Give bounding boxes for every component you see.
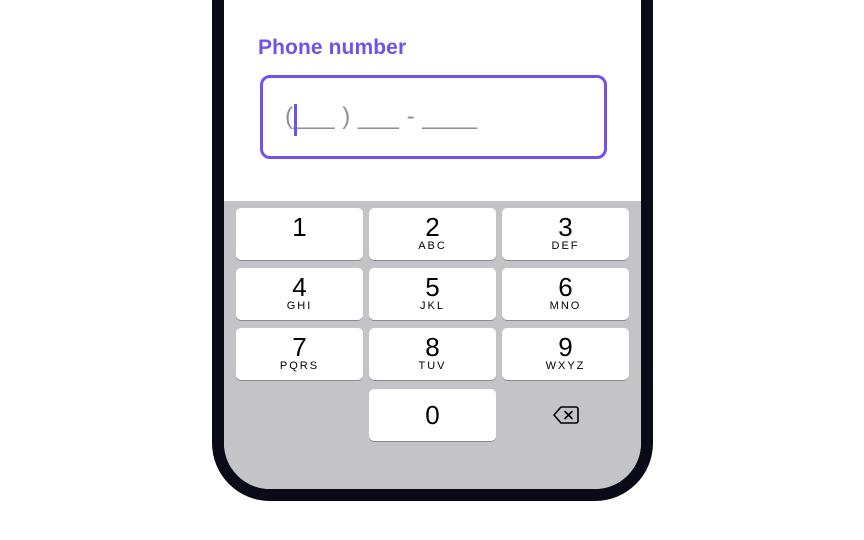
phone-screen: Phone number (___ ) ___ - ____ 1 2 ABC 3…: [224, 0, 641, 489]
phone-number-label: Phone number: [258, 36, 407, 59]
key-digit: 3: [558, 212, 573, 242]
key-digit: 8: [425, 332, 440, 362]
phone-number-input[interactable]: (___ ) ___ - ____: [260, 75, 607, 159]
key-letters: PQRS: [279, 360, 320, 372]
key-3[interactable]: 3 DEF: [502, 208, 629, 260]
key-digit: 7: [292, 332, 307, 362]
key-2[interactable]: 2 ABC: [369, 208, 496, 260]
phone-frame: Phone number (___ ) ___ - ____ 1 2 ABC 3…: [212, 0, 653, 501]
key-8[interactable]: 8 TUV: [369, 328, 496, 380]
key-0[interactable]: 0: [369, 389, 496, 441]
text-cursor: [294, 104, 297, 136]
numeric-keypad: 1 2 ABC 3 DEF 4 GHI 5 JKL 6 MNO 7 PQRS 8…: [224, 201, 641, 489]
key-letters: WXYZ: [545, 360, 586, 372]
key-digit: 6: [558, 272, 573, 302]
phone-number-mask: (___ ) ___ - ____: [285, 103, 478, 130]
key-digit: 2: [425, 212, 440, 242]
key-9[interactable]: 9 WXYZ: [502, 328, 629, 380]
key-digit: 5: [425, 272, 440, 302]
key-letters: TUV: [418, 360, 447, 372]
key-letters: ABC: [418, 240, 447, 252]
key-1[interactable]: 1: [236, 208, 363, 260]
key-letters: GHI: [286, 300, 313, 312]
key-letters: DEF: [551, 240, 580, 252]
key-digit: 4: [292, 272, 307, 302]
key-6[interactable]: 6 MNO: [502, 268, 629, 320]
delete-key[interactable]: [502, 389, 629, 441]
key-7[interactable]: 7 PQRS: [236, 328, 363, 380]
key-4[interactable]: 4 GHI: [236, 268, 363, 320]
key-digit: 1: [292, 212, 307, 242]
key-digit: 9: [558, 332, 573, 362]
key-letters: MNO: [549, 300, 582, 312]
key-digit: 0: [425, 400, 440, 430]
key-5[interactable]: 5 JKL: [369, 268, 496, 320]
delete-backspace-icon: [552, 406, 579, 424]
key-letters: JKL: [420, 300, 445, 312]
